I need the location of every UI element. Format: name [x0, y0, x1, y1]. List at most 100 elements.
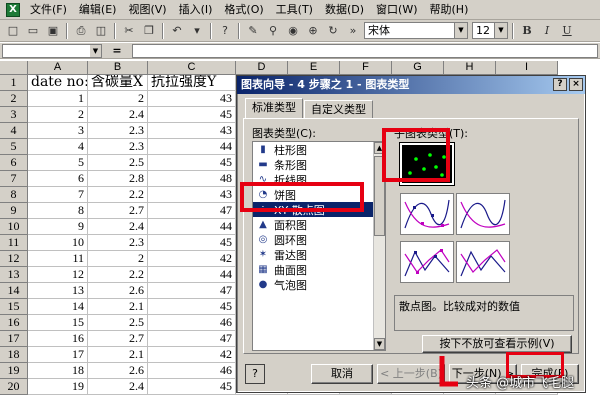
menu-data[interactable]: 数据(D) — [319, 0, 370, 20]
cell-a[interactable]: 18 — [28, 363, 88, 379]
row-header[interactable]: 11 — [0, 235, 28, 251]
menu-help[interactable]: 帮助(H) — [424, 0, 475, 20]
save-icon[interactable]: ▣ — [44, 22, 62, 40]
cell-c[interactable]: 42 — [148, 347, 236, 363]
scroll-up-icon[interactable]: ▲ — [374, 142, 385, 154]
cell-b[interactable]: 2.5 — [88, 315, 148, 331]
open-folder-icon[interactable]: ▭ — [24, 22, 42, 40]
scroll-down-icon[interactable]: ▼ — [374, 338, 385, 350]
cell-a[interactable]: 19 — [28, 379, 88, 395]
chart-type-item[interactable]: ▲ 面积图 — [253, 217, 385, 232]
scrollbar-thumb[interactable] — [374, 156, 385, 236]
row-header[interactable]: 3 — [0, 107, 28, 123]
refresh-icon[interactable]: ↻ — [324, 22, 342, 40]
cell-b[interactable]: 2.1 — [88, 347, 148, 363]
cell-b[interactable]: 2.6 — [88, 283, 148, 299]
cell-c[interactable]: 43 — [148, 91, 236, 107]
column-header-f[interactable]: F — [340, 61, 392, 75]
subtype-scatter-smooth-markers[interactable] — [400, 193, 454, 235]
subtype-scatter-lines-markers[interactable] — [400, 241, 454, 283]
menu-tools[interactable]: 工具(T) — [270, 0, 319, 20]
drawing-icon[interactable]: ✎ — [244, 22, 262, 40]
bold-button[interactable]: B — [518, 22, 536, 40]
menu-edit[interactable]: 编辑(E) — [73, 0, 123, 20]
web-icon[interactable]: ◉ — [284, 22, 302, 40]
chart-type-item[interactable]: ▦ 曲面图 — [253, 262, 385, 277]
cell-b[interactable]: 2.8 — [88, 171, 148, 187]
cell-a[interactable]: 11 — [28, 251, 88, 267]
cell-a[interactable]: 16 — [28, 331, 88, 347]
cell-c[interactable]: 抗拉强度Y — [148, 75, 236, 91]
column-header-d[interactable]: D — [236, 61, 288, 75]
cell-a[interactable]: 17 — [28, 347, 88, 363]
chart-type-item[interactable]: ⁘ XY 散点图 — [253, 202, 385, 217]
cancel-button[interactable]: 取消 — [311, 364, 373, 384]
cell-c[interactable]: 46 — [148, 363, 236, 379]
cell-b[interactable]: 2.4 — [88, 219, 148, 235]
cell-c[interactable]: 43 — [148, 187, 236, 203]
cell-c[interactable]: 45 — [148, 107, 236, 123]
underline-button[interactable]: U — [558, 22, 576, 40]
row-header[interactable]: 9 — [0, 203, 28, 219]
cell-c[interactable]: 45 — [148, 155, 236, 171]
chart-type-item[interactable]: ◎ 圆环图 — [253, 232, 385, 247]
cell-b[interactable]: 2.4 — [88, 107, 148, 123]
menu-view[interactable]: 视图(V) — [122, 0, 172, 20]
print-preview-icon[interactable]: ◫ — [92, 22, 110, 40]
cell-a[interactable]: 2 — [28, 107, 88, 123]
column-header-g[interactable]: G — [392, 61, 444, 75]
font-name-select[interactable]: 宋体 ▼ — [364, 22, 468, 39]
subtype-scatter-lines[interactable] — [456, 241, 510, 283]
chart-type-item[interactable]: ◔ 饼图 — [253, 187, 385, 202]
cell-a[interactable]: 1 — [28, 91, 88, 107]
chart-type-listbox[interactable]: ▮ 柱形图 ▬ 条形图 ∿ 折线图 ◔ 饼图 ⁘ XY 散点图 ▲ 面积图 ◎ 圆环图 ✶ 雷达图 ▦ 曲面图 ● 气… — [252, 141, 386, 351]
column-header-e[interactable]: E — [288, 61, 340, 75]
back-button[interactable]: < 上一步(B) — [377, 364, 445, 384]
row-header[interactable]: 4 — [0, 123, 28, 139]
chart-type-item[interactable]: ✶ 雷达图 — [253, 247, 385, 262]
chevron-down-icon[interactable]: ▼ — [494, 23, 507, 38]
row-header[interactable]: 19 — [0, 363, 28, 379]
row-header[interactable]: 8 — [0, 187, 28, 203]
cell-a[interactable]: 15 — [28, 315, 88, 331]
copy-icon[interactable]: ❐ — [140, 22, 158, 40]
cell-a[interactable]: 4 — [28, 139, 88, 155]
cell-b[interactable]: 2.5 — [88, 155, 148, 171]
cell-a[interactable]: 12 — [28, 267, 88, 283]
chart-type-item[interactable]: ∿ 折线图 — [253, 172, 385, 187]
cell-c[interactable]: 46 — [148, 315, 236, 331]
cell-b[interactable]: 2 — [88, 91, 148, 107]
press-hold-preview-button[interactable]: 按下不放可查看示例(V) — [422, 335, 572, 353]
cell-c[interactable]: 45 — [148, 379, 236, 395]
cell-b[interactable]: 2.7 — [88, 203, 148, 219]
chevron-down-icon[interactable]: ▼ — [454, 23, 467, 38]
cell-b[interactable]: 2.3 — [88, 139, 148, 155]
cell-c[interactable]: 47 — [148, 203, 236, 219]
cell-b[interactable]: 2.4 — [88, 379, 148, 395]
toolbar-options-icon[interactable]: » — [344, 22, 362, 40]
select-all-corner[interactable] — [0, 61, 28, 75]
row-header[interactable]: 12 — [0, 251, 28, 267]
subtype-scatter-smooth[interactable] — [456, 193, 510, 235]
cell-a[interactable]: 13 — [28, 283, 88, 299]
row-header[interactable]: 18 — [0, 347, 28, 363]
row-header[interactable]: 5 — [0, 139, 28, 155]
undo-dropdown-icon[interactable]: ▾ — [188, 22, 206, 40]
cell-a[interactable]: 8 — [28, 203, 88, 219]
cell-b[interactable]: 2.7 — [88, 331, 148, 347]
column-header-i[interactable]: I — [496, 61, 558, 75]
cell-b[interactable]: 2.3 — [88, 235, 148, 251]
cell-c[interactable]: 44 — [148, 219, 236, 235]
column-header-a[interactable]: A — [28, 61, 88, 75]
cell-c[interactable]: 47 — [148, 283, 236, 299]
chart-type-item[interactable]: ● 气泡图 — [253, 277, 385, 292]
new-file-icon[interactable]: □ — [4, 22, 22, 40]
excel-app-icon[interactable]: X — [6, 2, 20, 17]
cell-b[interactable]: 2.1 — [88, 299, 148, 315]
row-header[interactable]: 17 — [0, 331, 28, 347]
name-box[interactable]: ▼ — [2, 43, 102, 58]
print-icon[interactable]: ⎙ — [72, 22, 90, 40]
row-header[interactable]: 10 — [0, 219, 28, 235]
chevron-down-icon[interactable]: ▼ — [90, 44, 101, 57]
row-header[interactable]: 14 — [0, 283, 28, 299]
